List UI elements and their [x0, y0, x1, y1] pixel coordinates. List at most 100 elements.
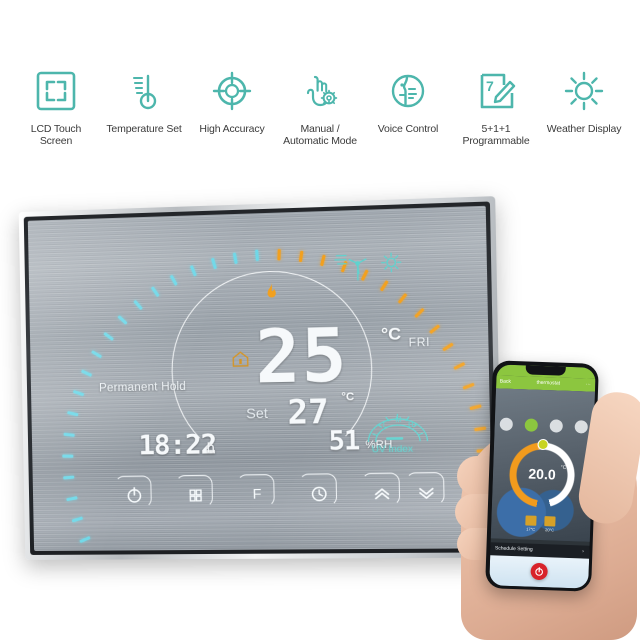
grid-menu-icon [184, 483, 207, 506]
unit-toggle-label: F [252, 485, 262, 502]
target-crosshair-icon [209, 68, 255, 114]
svg-text:7: 7 [486, 78, 494, 94]
dial-tick-cool [133, 300, 143, 311]
mini-stat: 20°C [544, 515, 556, 532]
dial-tick-cool [232, 252, 238, 265]
feature-voice-control: Voice Control [366, 68, 450, 176]
hand-holding-phone: Back thermostat ··· 20.0 °C 17°C 20°C Sc… [455, 352, 640, 640]
app-mini-stats: 17°C 20°C [491, 514, 590, 533]
app-main-area: 20.0 °C 17°C 20°C [490, 387, 595, 542]
feature-label: 5+1+1 Programmable [462, 123, 530, 148]
dial-tick-cool [71, 516, 84, 523]
thermostat-brushed-panel: 25 °C Set 27 °C 18:22 h 51 %RH Permanent… [27, 205, 493, 551]
screen-frame-icon [33, 68, 79, 114]
dial-tick-cool [79, 536, 91, 544]
increase-temperature-button[interactable] [361, 472, 401, 506]
feature-label: LCD Touch Screen [30, 123, 82, 148]
dial-tick-cool [63, 475, 75, 480]
humidity-value: 51 [328, 425, 360, 457]
feature-manual-automatic-mode: Manual / Automatic Mode [278, 68, 362, 176]
feature-weather-display: Weather Display [542, 68, 626, 176]
phone-notch [525, 364, 566, 376]
set-temperature-value: 27 [287, 391, 330, 432]
calendar-pencil-icon: 7 [473, 68, 519, 114]
more-options-button[interactable]: ··· [586, 381, 591, 387]
set-temperature-label: Set [245, 404, 268, 422]
dial-tick-warm [277, 249, 281, 261]
dial-tick-cool [80, 369, 93, 377]
dial-tick-cool [63, 433, 75, 437]
sun-icon [561, 68, 607, 114]
app-title: thermostat [536, 379, 561, 387]
feature-label: Manual / Automatic Mode [283, 123, 357, 148]
feature-programmable: 7 5+1+1 Programmable [454, 68, 538, 176]
dial-tick-cool [103, 332, 114, 341]
touch-button-row: F [114, 471, 445, 520]
clock-button[interactable] [299, 473, 338, 507]
dial-tick-warm [414, 307, 425, 318]
chevron-down-icon [415, 480, 439, 503]
app-temperature-unit: °C [560, 464, 567, 471]
dial-tick-warm [319, 254, 326, 267]
mini-stat-value: 20°C [545, 526, 555, 532]
chevron-up-icon [370, 481, 394, 504]
dial-tick-cool [67, 411, 79, 417]
thermostat-device: 25 °C Set 27 °C 18:22 h 51 %RH Permanent… [18, 196, 503, 561]
dial-tick-warm [442, 342, 454, 352]
house-icon [230, 349, 250, 369]
heater-icon [544, 515, 556, 526]
thermometer-icon [121, 68, 167, 114]
chevron-right-icon: › [582, 548, 584, 555]
clock-icon [308, 482, 331, 505]
dial-tick-cool [62, 454, 74, 458]
svg-text:L: L [383, 422, 387, 429]
feature-label: Weather Display [546, 123, 622, 135]
dial-tick-cool [66, 496, 78, 502]
dial-tick-warm [397, 293, 408, 304]
clock-unit: h [206, 439, 215, 456]
current-temperature-unit: °C [380, 324, 402, 345]
feature-high-accuracy: High Accuracy [190, 68, 274, 176]
hand-gear-icon [297, 68, 343, 114]
flame-icon [264, 282, 279, 303]
eco-mode-button[interactable] [549, 419, 563, 433]
dial-tick-cool [72, 390, 85, 397]
feature-highlights-row: LCD Touch Screen Temperature Set High Ac… [0, 68, 640, 176]
dial-tick-cool [117, 315, 128, 325]
manual-mode-button[interactable] [499, 417, 514, 431]
uv-index-gauge: L M H [364, 406, 432, 448]
mini-stat: 17°C [525, 514, 537, 532]
voice-face-icon [385, 68, 431, 114]
mini-stat-value: 17°C [526, 525, 536, 532]
clock-value: 18:22 [138, 428, 217, 462]
thermometer-icon [525, 514, 537, 526]
lock-button[interactable] [574, 420, 588, 434]
dial-tick-warm [298, 250, 304, 263]
menu-button[interactable] [175, 474, 214, 508]
app-power-button[interactable] [529, 562, 548, 581]
phone-screen: Back thermostat ··· 20.0 °C 17°C 20°C Sc… [488, 363, 596, 589]
auto-mode-button[interactable] [524, 418, 539, 432]
unit-toggle-button[interactable]: F [237, 474, 275, 508]
feature-label: Voice Control [377, 123, 439, 135]
dial-tick-cool [210, 257, 217, 270]
app-temperature-dial[interactable]: 20.0 °C [507, 438, 577, 509]
power-icon [534, 567, 543, 576]
feature-label: High Accuracy [199, 123, 265, 135]
power-button[interactable] [114, 475, 152, 509]
dial-tick-cool [189, 265, 197, 277]
weather-indicators [334, 247, 410, 284]
back-button[interactable]: Back [500, 378, 511, 384]
feature-lcd-touch-screen: LCD Touch Screen [14, 68, 98, 176]
dial-tick-cool [169, 274, 178, 286]
lcd-display: 25 °C Set 27 °C 18:22 h 51 %RH Permanent… [28, 206, 493, 551]
hold-status-text: Permanent Hold [98, 380, 187, 395]
feature-temperature-set: Temperature Set [102, 68, 186, 176]
dial-tick-warm [429, 324, 440, 334]
phone-footer [488, 554, 589, 589]
mode-button-row [494, 415, 594, 436]
decrease-temperature-button[interactable] [405, 471, 445, 506]
set-temperature-unit: °C [341, 390, 355, 404]
dial-tick-cool [255, 249, 259, 262]
uv-index-label: UV Index [371, 443, 414, 456]
